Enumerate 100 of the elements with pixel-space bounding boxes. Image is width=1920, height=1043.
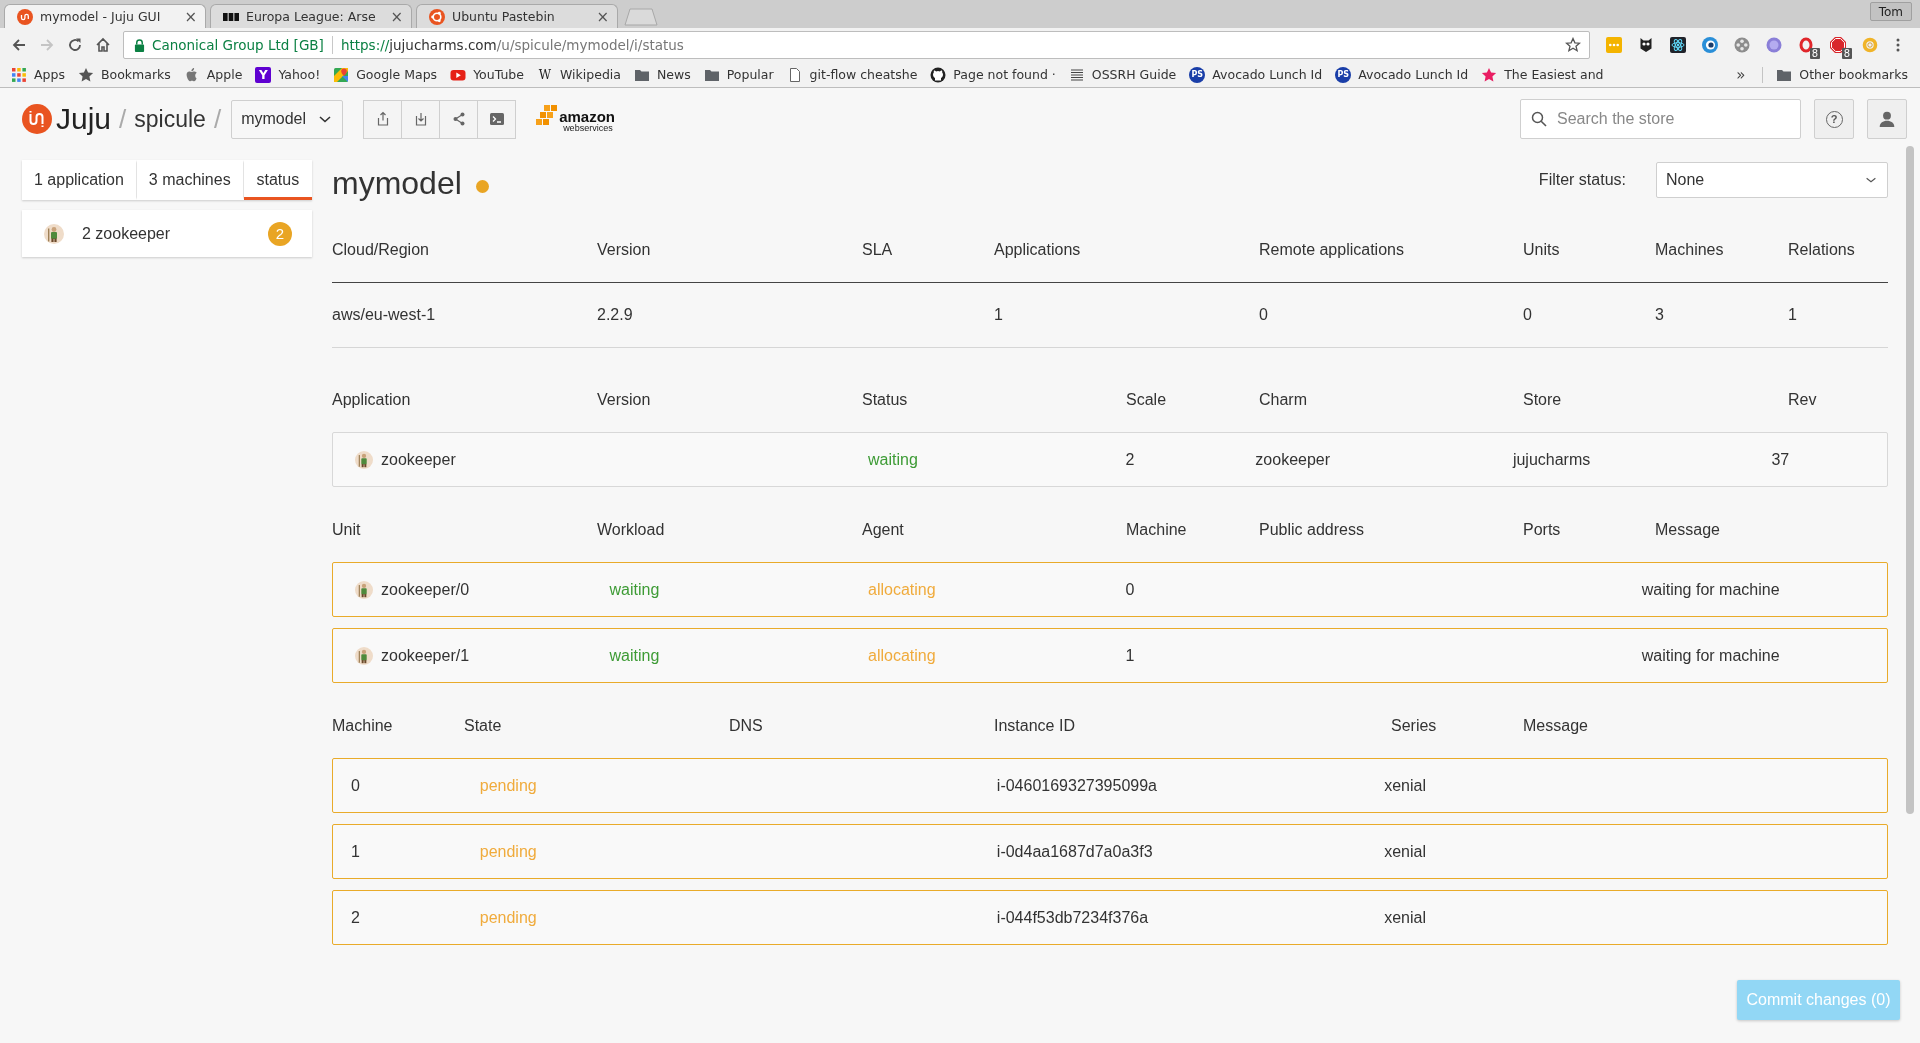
column-header: Message: [1655, 521, 1720, 539]
bookmark-link[interactable]: Bookmarks: [77, 66, 171, 83]
bookmark-link[interactable]: W Wikipedia: [537, 66, 621, 83]
bookmark-link[interactable]: The Easiest and: [1481, 66, 1604, 83]
star-icon[interactable]: [1565, 37, 1581, 53]
eye-icon[interactable]: [1702, 37, 1718, 53]
share-button[interactable]: [439, 99, 479, 139]
column-header: Status: [862, 391, 908, 409]
bookmark-link[interactable]: Popular: [703, 66, 774, 83]
ellipsis-tile-icon[interactable]: [1606, 37, 1622, 53]
browser-tab[interactable]: Europa League: Arse ×: [210, 4, 412, 28]
table-row[interactable]: zookeeper/0 waiting allocating 0 waiting for machine: [332, 562, 1888, 617]
figure-icon: [355, 450, 373, 469]
column-header: Store: [1523, 391, 1562, 409]
terminal-button[interactable]: [477, 99, 517, 139]
column-header: Agent: [862, 521, 904, 539]
octagon-icon[interactable]: [1830, 37, 1846, 53]
table-row[interactable]: zookeeper/1 waiting allocating 1 waiting for machine: [332, 628, 1888, 683]
bookmark-link[interactable]: Apps: [11, 66, 65, 83]
circle-logo-icon[interactable]: [1766, 37, 1782, 53]
more-bookmarks-button[interactable]: »: [1732, 65, 1750, 84]
sidebar-tab[interactable]: 3 machines: [136, 160, 244, 200]
owl-icon[interactable]: [1638, 37, 1654, 53]
charm-name[interactable]: zookeeper: [381, 450, 456, 469]
table-row[interactable]: 0 pending i-0460169327395099a xenial: [332, 758, 1888, 813]
help-button[interactable]: ?: [1814, 99, 1854, 139]
table-cell: 37: [1771, 450, 1790, 469]
badge-count: 8: [1841, 48, 1852, 59]
model-title: mymodel: [332, 164, 462, 203]
ring-icon[interactable]: [1798, 37, 1814, 53]
star-icon: [1481, 66, 1498, 83]
column-header: DNS: [729, 717, 763, 735]
column-header: Machines: [1655, 241, 1724, 259]
close-tab-button[interactable]: ×: [390, 8, 403, 25]
letter-circle-icon: PS: [1189, 66, 1206, 83]
breadcrumb-separator: /: [119, 103, 127, 135]
table-row[interactable]: zookeeper waiting 2 zookeeper jujucharms 37: [332, 432, 1888, 487]
bookmark-link[interactable]: PS Avocado Lunch Id: [1189, 66, 1323, 83]
breadcrumb-link[interactable]: spicule: [134, 105, 206, 133]
bookmark-folder[interactable]: Other bookmarks: [1776, 66, 1908, 83]
scrollbar-thumb[interactable]: [1906, 146, 1914, 814]
bookmark-link[interactable]: Y Yahoo!: [255, 66, 321, 83]
column-header: Series: [1391, 717, 1437, 735]
bookmark-link[interactable]: Page not found ·: [930, 66, 1056, 83]
url-text: https://jujucharms.com/u/spicule/mymodel/i/status: [340, 37, 684, 53]
status-text: waiting: [868, 450, 918, 469]
table-cell: 0: [1259, 306, 1268, 324]
close-tab-button[interactable]: ×: [184, 8, 197, 25]
column-header: Remote applications: [1259, 241, 1404, 259]
table-cell: xenial: [1384, 908, 1426, 927]
column-header: Workload: [597, 521, 665, 539]
lines-icon: [1068, 66, 1085, 83]
sidebar-tab[interactable]: 1 application: [22, 160, 137, 200]
table-cell: 1: [1125, 646, 1135, 665]
table-row[interactable]: 1 pending i-0d4aa1687d7a0a3f3 xenial: [332, 824, 1888, 879]
logo-icon[interactable]: [22, 104, 52, 134]
column-header: Relations: [1788, 241, 1855, 259]
logo-tagline: webservices: [563, 124, 614, 133]
charm-name[interactable]: zookeeper/0: [381, 580, 470, 599]
column-header: Application: [332, 391, 411, 409]
browser-tab[interactable]: Ubuntu Pastebin ×: [416, 4, 618, 28]
table-cell: i-0d4aa1687d7a0a3f3: [996, 842, 1153, 861]
status-text: pending: [479, 842, 537, 861]
table-cell: 1: [1788, 306, 1797, 324]
profile-button[interactable]: Tom: [1869, 2, 1912, 21]
bookmark-link[interactable]: YouTube: [450, 66, 524, 83]
column-header: Machine: [1126, 521, 1187, 539]
close-tab-button[interactable]: ×: [596, 8, 609, 25]
charm-name[interactable]: zookeeper/1: [381, 646, 470, 665]
bookmark-link[interactable]: git-flow cheatshe: [786, 66, 918, 83]
user-icon: [1878, 110, 1896, 128]
column-header: Scale: [1126, 391, 1167, 409]
browser-tab[interactable]: mymodel - Juju GUI ×: [4, 4, 206, 28]
profile-button[interactable]: [1867, 99, 1907, 139]
menu-icon[interactable]: [1896, 37, 1900, 53]
reload-icon: [67, 37, 83, 53]
bookmark-link[interactable]: Apple: [183, 66, 243, 83]
bookmark-link[interactable]: Google Maps: [333, 66, 438, 83]
film-reel-icon[interactable]: [1734, 37, 1750, 53]
logo-icon: [17, 8, 33, 25]
bookmark-link[interactable]: News: [633, 66, 691, 83]
table-cell: xenial: [1384, 842, 1426, 861]
sidebar-item[interactable]: 2 zookeeper 2: [22, 210, 312, 257]
address-bar[interactable]: Canonical Group Ltd [GB] https://jujucharms.com/u/spicule/mymodel/i/status: [123, 31, 1590, 59]
forward-arrow-icon: [39, 37, 55, 53]
table-row[interactable]: 2 pending i-044f53db7234f376a xenial: [332, 890, 1888, 945]
table-cell: 2: [351, 908, 360, 927]
column-header: Cloud/Region: [332, 241, 429, 259]
status-text: waiting: [609, 580, 660, 599]
atom-icon[interactable]: [1670, 37, 1686, 53]
bookmark-link[interactable]: OSSRH Guide: [1068, 66, 1177, 83]
bookmark-link[interactable]: PS Avocado Lunch Id: [1335, 66, 1469, 83]
item-label: 2 zookeeper: [82, 224, 171, 243]
model-select[interactable]: mymodel: [231, 99, 344, 139]
search-field[interactable]: Search the store: [1520, 99, 1801, 139]
table-cell: 2.2.9: [597, 306, 633, 324]
sidebar-tab[interactable]: status: [243, 160, 312, 200]
filter-select[interactable]: None: [1656, 162, 1888, 198]
filter-label: Filter status:: [1538, 170, 1626, 190]
terminal-icon: [488, 111, 505, 127]
